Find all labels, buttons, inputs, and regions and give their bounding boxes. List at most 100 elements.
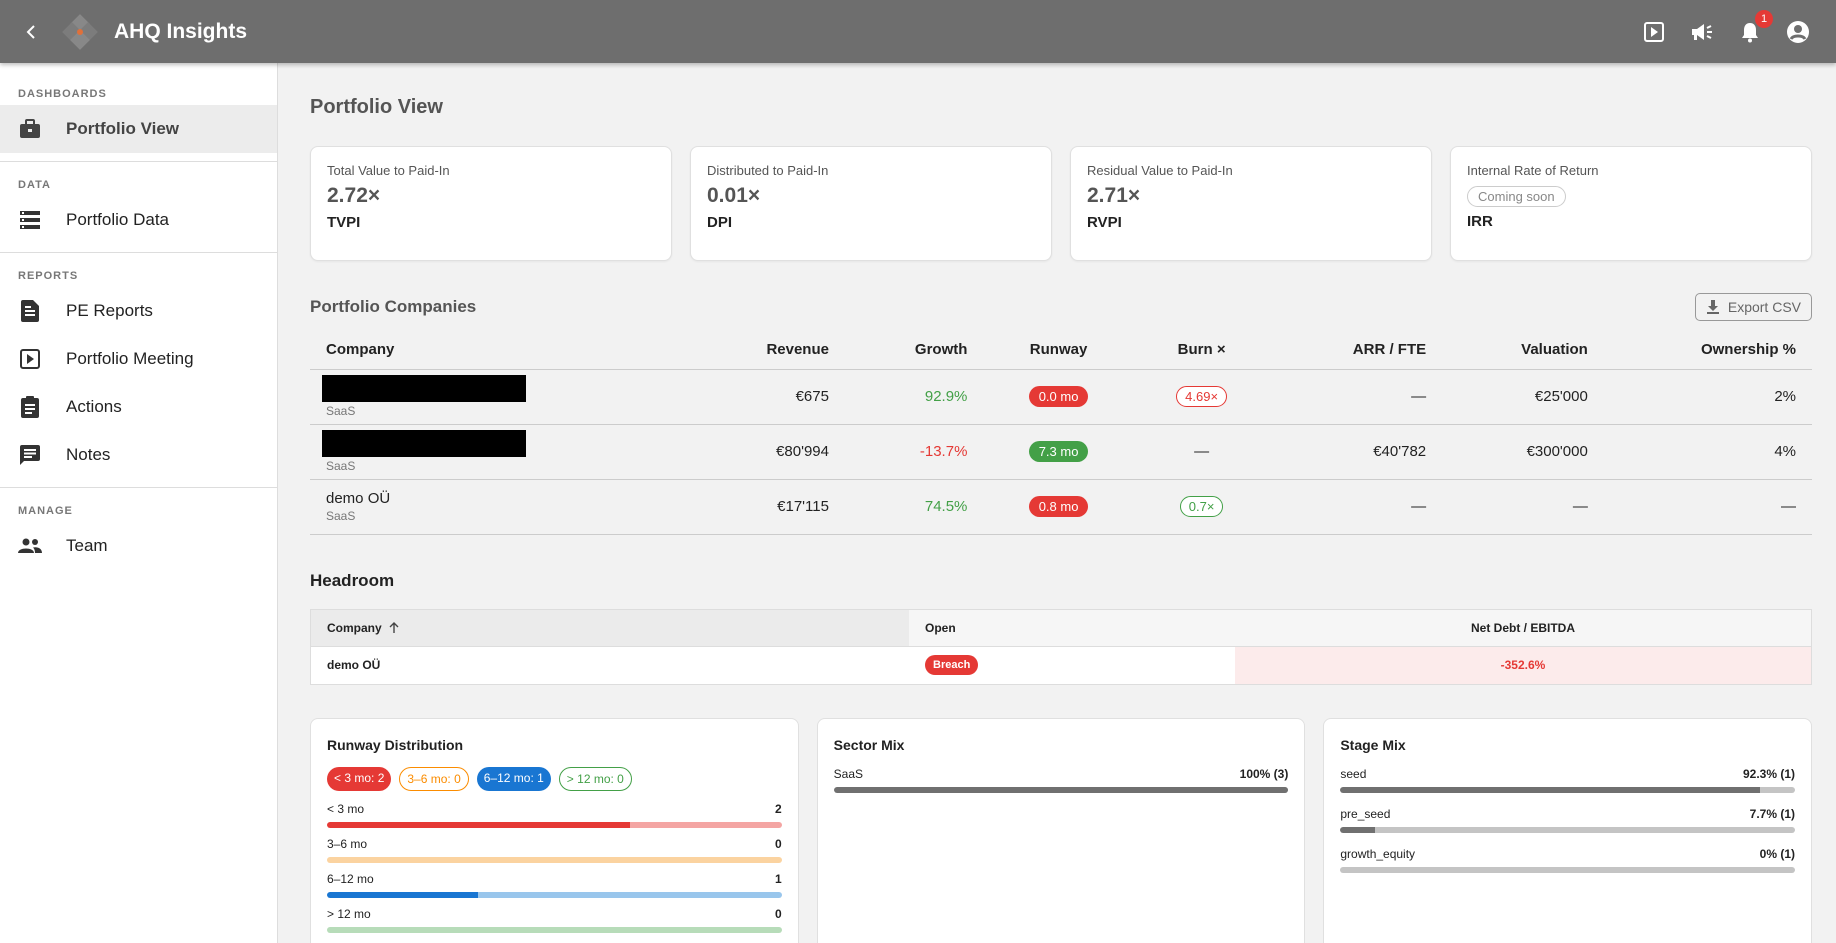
storage-icon — [18, 208, 42, 232]
kpi-label: Distributed to Paid-In — [707, 163, 829, 178]
portfolio-companies-table: Company Revenue Growth Runway Burn × ARR… — [310, 331, 1812, 535]
bar-track — [327, 856, 782, 863]
bar-label: 3–6 mo — [327, 836, 368, 851]
app-logo — [62, 13, 98, 50]
company-sector: SaaS — [326, 404, 356, 418]
app-title: AHQ Insights — [114, 19, 248, 43]
table-row[interactable]: SaaS €80'994 -13.7% 7.3 mo — €40'782 €30… — [310, 424, 1812, 480]
bar-value: 100% (3) — [1239, 766, 1289, 781]
runway-chip-gt12[interactable]: > 12 mo: 0 — [558, 766, 632, 791]
burn-pill: 4.69× — [1176, 386, 1228, 407]
kpi-label: Internal Rate of Return — [1467, 163, 1599, 178]
sidebar-item-team[interactable]: Team — [0, 522, 277, 570]
col-runway[interactable]: Runway — [983, 331, 1134, 370]
kpi-card-irr: Internal Rate of Return Coming soon IRR — [1450, 146, 1812, 261]
slideshow-icon — [1644, 21, 1664, 42]
bar-label: < 3 mo — [327, 801, 365, 816]
headroom-title: Headroom — [310, 570, 395, 590]
arr-fte-cell: — — [1269, 479, 1443, 535]
bar-label: seed — [1340, 766, 1367, 781]
announcements-button[interactable] — [1688, 18, 1716, 46]
table-row[interactable]: SaaS €675 92.9% 0.0 mo 4.69× — €25'000 2… — [310, 369, 1812, 425]
runway-distribution-card: Runway Distribution < 3 mo: 2 3–6 mo: 0 … — [310, 717, 799, 943]
back-button[interactable] — [16, 17, 46, 47]
company-sector: SaaS — [326, 459, 356, 473]
sidebar-divider — [0, 487, 277, 488]
col-net-debt-ebitda[interactable]: Net Debt / EBITDA — [1235, 610, 1811, 646]
account-button[interactable] — [1784, 18, 1812, 46]
sidebar-item-label: Team — [66, 536, 108, 555]
sidebar-divider — [0, 161, 277, 162]
bar-track — [1340, 826, 1796, 833]
stage-bar-row: pre_seed 7.7% (1) — [1340, 806, 1796, 833]
kpi-abbr: RVPI — [1087, 214, 1122, 231]
sidebar-item-portfolio-meeting[interactable]: Portfolio Meeting — [0, 335, 277, 383]
bar-fill — [327, 891, 479, 898]
export-csv-button[interactable]: Export CSV — [1694, 293, 1812, 321]
col-company-label: Company — [327, 620, 382, 635]
bar-count: 0 — [774, 836, 782, 851]
col-ownership[interactable]: Ownership % — [1603, 331, 1812, 370]
sidebar: DASHBOARDS Portfolio View DATA Portfolio… — [0, 63, 278, 943]
page-title: Portfolio View — [310, 96, 443, 118]
bar-track — [327, 821, 782, 828]
bar-fill — [1340, 826, 1376, 833]
runway-bar-row: > 12 mo 0 — [327, 907, 782, 933]
kpi-value: 2.72× — [327, 184, 381, 207]
runway-pill: 7.3 mo — [1028, 441, 1089, 462]
kpi-card-dpi: Distributed to Paid-In 0.01× DPI — [690, 146, 1052, 261]
col-growth[interactable]: Growth — [844, 331, 984, 370]
card-title: Stage Mix — [1340, 736, 1406, 753]
notes-icon — [18, 443, 42, 467]
sidebar-item-pe-reports[interactable]: PE Reports — [0, 287, 277, 335]
ownership-cell: 4% — [1603, 424, 1812, 480]
arr-fte-cell: €40'782 — [1269, 424, 1443, 480]
team-icon — [18, 534, 42, 558]
revenue-cell: €675 — [690, 369, 845, 425]
bar-value: 7.7% (1) — [1749, 806, 1796, 821]
sidebar-item-notes[interactable]: Notes — [0, 431, 277, 479]
runway-chips: < 3 mo: 2 3–6 mo: 0 6–12 mo: 1 > 12 mo: … — [327, 766, 782, 791]
headroom-header-row: Company Open Net Debt / EBITDA — [311, 609, 1811, 647]
breach-badge: Breach — [925, 655, 979, 675]
col-burn[interactable]: Burn × — [1133, 331, 1270, 370]
runway-chip-3to6[interactable]: 3–6 mo: 0 — [399, 766, 469, 791]
runway-bar-row: 6–12 mo 1 — [327, 872, 782, 898]
ownership-cell: — — [1603, 479, 1812, 535]
bar-fill — [327, 821, 631, 828]
arrow-up-icon — [389, 621, 399, 633]
sidebar-item-portfolio-data[interactable]: Portfolio Data — [0, 196, 277, 244]
revenue-cell: €17'115 — [690, 479, 845, 535]
bar-value: 92.3% (1) — [1742, 766, 1796, 781]
runway-chip-6to12[interactable]: 6–12 mo: 1 — [476, 766, 551, 791]
col-open[interactable]: Open — [909, 610, 1235, 646]
runway-chip-lt3[interactable]: < 3 mo: 2 — [327, 766, 392, 791]
col-company-sort[interactable]: Company — [311, 609, 909, 646]
sidebar-section-reports: REPORTS — [18, 270, 79, 282]
company-sector: SaaS — [326, 509, 356, 523]
table-row[interactable]: demo OÜ SaaS €17'115 74.5% 0.8 mo 0.7× — … — [310, 479, 1812, 535]
bar-track — [327, 891, 782, 898]
sidebar-section-manage: MANAGE — [18, 505, 73, 517]
sector-mix-card: Sector Mix SaaS 100% (3) — [816, 717, 1306, 943]
col-company[interactable]: Company — [310, 331, 691, 370]
notifications-button[interactable]: 1 — [1736, 9, 1773, 46]
kpi-abbr: IRR — [1467, 213, 1493, 230]
growth-cell: 74.5% — [844, 479, 984, 535]
sidebar-item-label: Portfolio Meeting — [66, 349, 194, 368]
bar-count: 1 — [774, 871, 782, 886]
col-valuation[interactable]: Valuation — [1442, 331, 1604, 370]
presentation-button[interactable] — [1640, 18, 1668, 46]
col-arr-fte[interactable]: ARR / FTE — [1269, 331, 1443, 370]
sidebar-item-actions[interactable]: Actions — [0, 383, 277, 431]
sidebar-item-label: Actions — [66, 397, 122, 416]
growth-cell: -13.7% — [844, 424, 984, 480]
valuation-cell: €300'000 — [1442, 424, 1604, 480]
sidebar-item-portfolio-view[interactable]: Portfolio View — [0, 105, 277, 153]
runway-bar-row: 3–6 mo 0 — [327, 837, 782, 863]
section-title: Portfolio Companies — [310, 297, 477, 316]
table-row[interactable]: demo OÜ Breach -352.6% — [311, 646, 1811, 684]
sidebar-item-label: PE Reports — [66, 301, 153, 320]
headroom-table: Company Open Net Debt / EBITDA demo OÜ B… — [310, 608, 1812, 685]
col-revenue[interactable]: Revenue — [690, 331, 845, 370]
